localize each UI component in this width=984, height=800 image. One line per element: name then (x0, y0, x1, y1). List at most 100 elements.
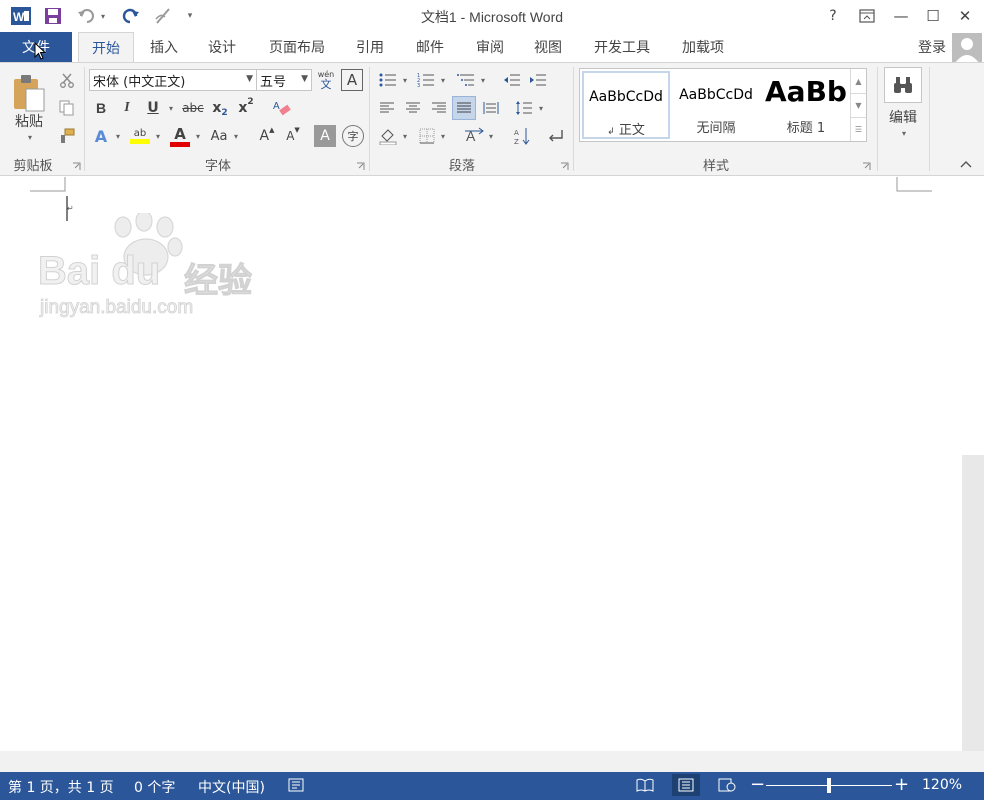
zoom-slider-thumb[interactable] (827, 778, 831, 793)
clipboard-launcher-icon[interactable] (72, 160, 81, 170)
underline-dropdown-icon[interactable]: ▾ (164, 97, 178, 119)
font-name-combo[interactable]: 宋体 (中文正文) ▼ (89, 69, 257, 91)
style-no-spacing[interactable]: AaBbCcDd 无间隔 (672, 71, 760, 139)
subscript-button[interactable]: x2 (208, 97, 232, 119)
help-button[interactable]: ? (818, 2, 848, 30)
format-painter-icon[interactable] (56, 125, 78, 147)
numbering-dropdown-icon[interactable]: ▾ (438, 69, 448, 91)
tab-review[interactable]: 审阅 (464, 32, 516, 62)
tab-file[interactable]: 文件 (0, 32, 72, 62)
text-effects-dropdown-icon[interactable]: ▾ (112, 125, 124, 147)
italic-button[interactable]: I (116, 97, 138, 119)
ribbon-tabs: 文件 开始 插入 设计 页面布局 引用 邮件 审阅 视图 开发工具 加载项 登录 (0, 32, 984, 63)
line-spacing-dropdown-icon[interactable]: ▾ (536, 97, 546, 119)
zoom-out-button[interactable]: − (750, 774, 765, 795)
collapse-ribbon-icon[interactable] (958, 157, 974, 171)
align-right-icon[interactable] (428, 97, 450, 119)
text-effects-button[interactable]: A (90, 125, 112, 147)
shading-icon[interactable] (376, 125, 400, 147)
zoom-level[interactable]: 120% (922, 777, 962, 793)
close-button[interactable]: ✕ (950, 2, 980, 30)
tab-page-layout[interactable]: 页面布局 (256, 32, 338, 62)
enclose-characters-button[interactable]: 字 (342, 125, 364, 147)
multilevel-dropdown-icon[interactable]: ▾ (478, 69, 488, 91)
character-shading-button[interactable]: A (314, 125, 336, 147)
clear-formatting-icon[interactable]: A (270, 97, 294, 119)
bullets-dropdown-icon[interactable]: ▾ (400, 69, 410, 91)
phonetic-guide-icon[interactable]: wén 文 (316, 67, 336, 93)
strikethrough-button[interactable]: abc (180, 97, 206, 119)
grow-font-button[interactable]: A ▲ (256, 125, 278, 147)
find-binoculars-icon[interactable] (884, 67, 922, 103)
line-spacing-icon[interactable] (512, 97, 536, 119)
align-left-icon[interactable] (376, 97, 398, 119)
font-size-combo[interactable]: 五号 ▼ (256, 69, 312, 91)
decrease-indent-icon[interactable] (500, 69, 524, 91)
page-count[interactable]: 第 1 页，共 1 页 (8, 777, 114, 797)
tab-mailings[interactable]: 邮件 (404, 32, 456, 62)
font-color-dropdown-icon[interactable]: ▾ (192, 125, 204, 147)
read-mode-icon[interactable] (636, 778, 654, 796)
superscript-button[interactable]: x2 (234, 97, 258, 119)
show-marks-icon[interactable] (544, 125, 568, 147)
gallery-up-icon[interactable]: ▲ (850, 69, 866, 93)
editing-dropdown-icon[interactable]: ▾ (896, 127, 912, 139)
paste-button[interactable]: 粘贴 (6, 111, 52, 131)
paste-dropdown-icon[interactable]: ▾ (22, 131, 38, 143)
tab-addins[interactable]: 加载项 (670, 32, 736, 62)
word-count[interactable]: 0 个字 (134, 777, 175, 797)
tab-developer[interactable]: 开发工具 (582, 32, 662, 62)
zoom-in-button[interactable]: + (894, 774, 909, 795)
bullets-icon[interactable] (376, 69, 400, 91)
distributed-icon[interactable] (480, 97, 502, 119)
change-case-button[interactable]: Aa (206, 125, 232, 147)
styles-launcher-icon[interactable] (862, 160, 871, 170)
chinese-layout-icon[interactable]: A (462, 125, 486, 147)
highlight-dropdown-icon[interactable]: ▾ (152, 125, 164, 147)
avatar[interactable] (952, 33, 982, 63)
document-area[interactable]: ↵ Bai du 经验 jingyan.baidu.com (0, 177, 962, 751)
ribbon-display-options-icon[interactable] (852, 2, 882, 30)
change-case-dropdown-icon[interactable]: ▾ (230, 125, 242, 147)
paste-icon[interactable] (8, 69, 52, 117)
macro-record-icon[interactable] (288, 778, 304, 796)
tab-view[interactable]: 视图 (522, 32, 574, 62)
vertical-scrollbar[interactable] (962, 177, 984, 751)
chinese-layout-dropdown-icon[interactable]: ▾ (486, 125, 496, 147)
justify-icon[interactable] (452, 96, 476, 120)
editing-button[interactable]: 编辑 (878, 107, 928, 127)
cut-icon[interactable] (56, 69, 78, 91)
align-center-icon[interactable] (402, 97, 424, 119)
tab-insert[interactable]: 插入 (138, 32, 190, 62)
borders-icon[interactable] (416, 125, 438, 147)
underline-button[interactable]: U (142, 97, 164, 119)
shading-dropdown-icon[interactable]: ▾ (400, 125, 410, 147)
gallery-more-icon[interactable]: ☰ (850, 117, 866, 141)
minimize-button[interactable]: — (886, 2, 916, 30)
web-layout-icon[interactable] (718, 778, 736, 796)
tab-design[interactable]: 设计 (196, 32, 248, 62)
sort-icon[interactable]: AZ (510, 125, 534, 147)
language-indicator[interactable]: 中文(中国) (198, 777, 265, 797)
font-color-button[interactable]: A (168, 123, 192, 149)
increase-indent-icon[interactable] (526, 69, 550, 91)
maximize-button[interactable]: ☐ (918, 2, 948, 30)
font-launcher-icon[interactable] (356, 160, 365, 170)
numbering-icon[interactable]: 123 (414, 69, 438, 91)
gallery-down-icon[interactable]: ▼ (850, 93, 866, 117)
copy-icon[interactable] (56, 97, 78, 119)
highlight-button[interactable]: ab (128, 123, 152, 149)
multilevel-list-icon[interactable] (454, 69, 478, 91)
borders-dropdown-icon[interactable]: ▾ (438, 125, 448, 147)
character-border-icon[interactable]: A (341, 69, 363, 91)
scrollbar-thumb[interactable] (962, 455, 984, 751)
print-layout-icon[interactable] (672, 774, 700, 796)
paragraph-launcher-icon[interactable] (560, 160, 569, 170)
login-link[interactable]: 登录 (918, 32, 946, 62)
style-heading-1[interactable]: AaBb 标题 1 (762, 71, 850, 139)
bold-button[interactable]: B (90, 97, 112, 119)
style-normal[interactable]: AaBbCcDd ↲ 正文 (582, 71, 670, 139)
shrink-font-button[interactable]: A ▼ (282, 125, 304, 147)
tab-home[interactable]: 开始 (78, 32, 134, 63)
tab-references[interactable]: 引用 (344, 32, 396, 62)
